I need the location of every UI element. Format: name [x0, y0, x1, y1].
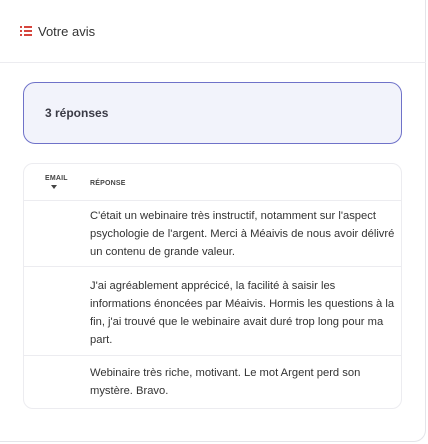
table-header: EMAIL RÉPONSE — [24, 164, 401, 201]
response-count-card: 3 réponses — [23, 82, 402, 144]
table-row: Webinaire très riche, motivant. Le mot A… — [24, 356, 401, 408]
reponse-cell: J'ai agréablement apprécicé, la facilité… — [90, 280, 395, 346]
column-header-reponse: RÉPONSE — [90, 180, 126, 187]
sort-desc-icon[interactable] — [51, 185, 57, 189]
panel-title: Votre avis — [38, 23, 96, 39]
column-header-email[interactable]: EMAIL — [45, 175, 68, 182]
table-row: C'était un webinaire très instructif, no… — [24, 201, 401, 267]
header-divider — [0, 62, 426, 63]
responses-table: EMAIL RÉPONSE C'était un webinaire très … — [23, 163, 402, 409]
panel-header: Votre avis — [20, 22, 95, 40]
reponse-cell: C'était un webinaire très instructif, no… — [90, 210, 395, 258]
response-count: 3 réponses — [45, 106, 109, 120]
reponse-cell: Webinaire très riche, motivant. Le mot A… — [90, 367, 361, 397]
list-icon — [20, 26, 32, 36]
feedback-panel: Votre avis 3 réponses EMAIL RÉPONSE C'ét… — [0, 0, 426, 442]
table-row: J'ai agréablement apprécicé, la facilité… — [24, 267, 401, 356]
